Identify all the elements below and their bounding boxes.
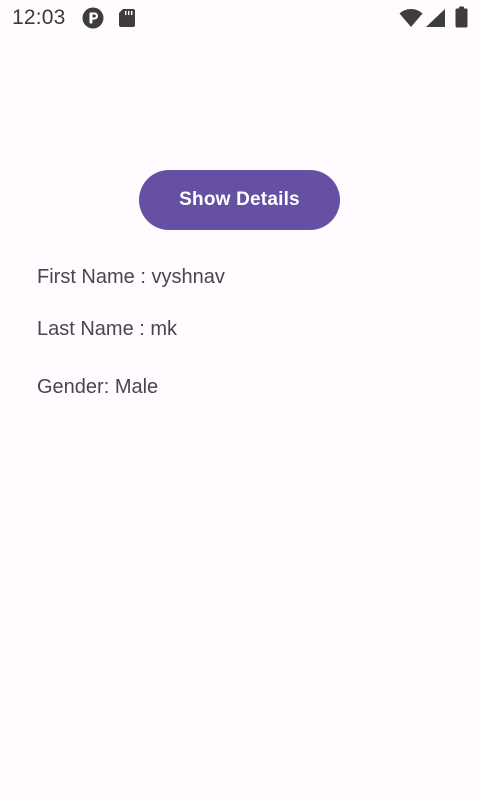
gender-text: Gender: Male — [37, 376, 159, 398]
app-screen: 12:03 Show Details First Name: vyshnav … — [0, 0, 480, 800]
battery-icon — [455, 6, 468, 28]
status-time: 12:03 — [12, 6, 66, 29]
wifi-icon — [399, 9, 423, 27]
show-details-button[interactable]: Show Details — [139, 170, 340, 230]
status-bar: 12:03 — [0, 0, 480, 38]
last-name-text: Last Name : mk — [37, 318, 178, 340]
first-name-text: First Name : vyshnav — [37, 266, 225, 288]
signal-icon — [426, 9, 445, 27]
sd-card-icon — [119, 9, 135, 27]
notification-p-icon — [82, 7, 104, 29]
